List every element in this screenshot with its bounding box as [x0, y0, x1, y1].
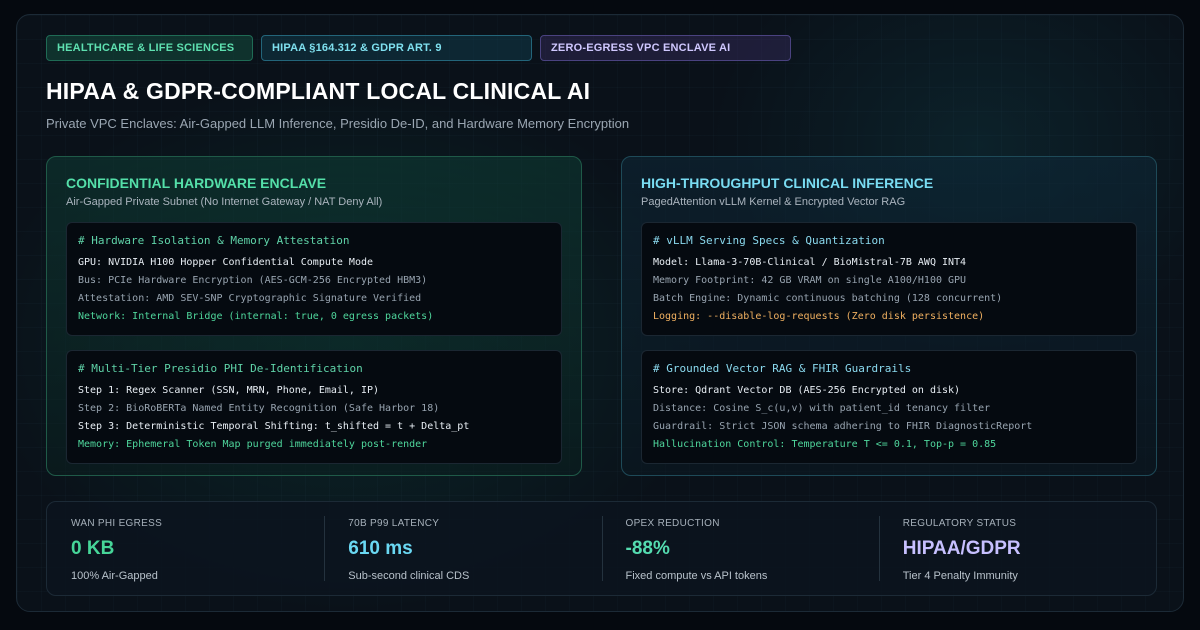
code-line: Network: Internal Bridge (internal: true… — [78, 311, 434, 322]
code-line: Step 1: Regex Scanner (SSN, MRN, Phone, … — [78, 385, 380, 396]
code-line: Step 2: BioRoBERTa Named Entity Recognit… — [78, 403, 440, 414]
stat-label: WAN PHI EGRESS — [71, 518, 163, 529]
stat-label: OPEX REDUCTION — [625, 518, 720, 529]
code-line: Batch Engine: Dynamic continuous batchin… — [653, 293, 1003, 304]
code-heading: # Hardware Isolation & Memory Attestatio… — [78, 234, 350, 247]
code-line: Store: Qdrant Vector DB (AES-256 Encrypt… — [653, 385, 961, 396]
stat-opex: OPEX REDUCTION -88% Fixed compute vs API… — [601, 502, 879, 595]
stat-label: 70B P99 LATENCY — [348, 518, 440, 529]
code-block-vllm-specs: # vLLM Serving Specs & Quantization Mode… — [641, 222, 1137, 336]
panel-subtitle: PagedAttention vLLM Kernel & Encrypted V… — [641, 196, 906, 208]
badge-healthcare: HEALTHCARE & LIFE SCIENCES — [46, 35, 253, 61]
stat-value: HIPAA/GDPR — [902, 538, 1021, 559]
code-heading: # Grounded Vector RAG & FHIR Guardrails — [653, 362, 912, 375]
code-line: Hallucination Control: Temperature T <= … — [653, 439, 997, 450]
badge-row: HEALTHCARE & LIFE SCIENCES HIPAA §164.31… — [46, 35, 791, 61]
stat-value: 610 ms — [348, 538, 413, 559]
stat-description: Fixed compute vs API tokens — [625, 570, 768, 582]
stat-label: REGULATORY STATUS — [902, 518, 1017, 529]
code-heading: # vLLM Serving Specs & Quantization — [653, 234, 885, 247]
stat-value: 0 KB — [71, 538, 115, 559]
code-line: Memory Footprint: 42 GB VRAM on single A… — [653, 275, 967, 286]
stat-latency: 70B P99 LATENCY 610 ms Sub-second clinic… — [324, 502, 601, 595]
code-line: Distance: Cosine S_c(u,v) with patient_i… — [653, 403, 991, 414]
stat-description: Sub-second clinical CDS — [348, 570, 470, 582]
code-block-vector-rag: # Grounded Vector RAG & FHIR Guardrails … — [641, 350, 1137, 464]
badge-zero-egress: ZERO-EGRESS VPC ENCLAVE AI — [540, 35, 791, 61]
stat-regulatory: REGULATORY STATUS HIPAA/GDPR Tier 4 Pena… — [878, 502, 1156, 595]
page-title: HIPAA & GDPR-COMPLIANT LOCAL CLINICAL AI — [46, 78, 591, 104]
panel-title: HIGH-THROUGHPUT CLINICAL INFERENCE — [641, 175, 934, 191]
code-line: Step 3: Deterministic Temporal Shifting:… — [78, 421, 470, 432]
badge-compliance: HIPAA §164.312 & GDPR ART. 9 — [261, 35, 532, 61]
code-block-presidio: # Multi-Tier Presidio PHI De-Identificat… — [66, 350, 562, 464]
code-line: Memory: Ephemeral Token Map purged immed… — [78, 439, 428, 450]
code-line: GPU: NVIDIA H100 Hopper Confidential Com… — [78, 257, 374, 268]
code-heading: # Multi-Tier Presidio PHI De-Identificat… — [78, 362, 363, 375]
panel-title: CONFIDENTIAL HARDWARE ENCLAVE — [66, 175, 327, 191]
stat-value: -88% — [625, 538, 670, 559]
code-line: Logging: --disable-log-requests (Zero di… — [653, 311, 985, 322]
code-line: Bus: PCIe Hardware Encryption (AES-GCM-2… — [78, 275, 428, 286]
code-block-hardware-isolation: # Hardware Isolation & Memory Attestatio… — [66, 222, 562, 336]
stat-description: 100% Air-Gapped — [71, 570, 158, 582]
code-line: Attestation: AMD SEV-SNP Cryptographic S… — [78, 293, 422, 304]
slide-frame: HEALTHCARE & LIFE SCIENCES HIPAA §164.31… — [16, 14, 1184, 612]
stat-description: Tier 4 Penalty Immunity — [902, 570, 1018, 582]
stats-bar: WAN PHI EGRESS 0 KB 100% Air-Gapped 70B … — [46, 501, 1157, 596]
code-line: Model: Llama-3-70B-Clinical / BioMistral… — [653, 257, 967, 268]
hardware-enclave-panel: CONFIDENTIAL HARDWARE ENCLAVE Air-Gapped… — [46, 156, 582, 476]
page-subtitle: Private VPC Enclaves: Air-Gapped LLM Inf… — [46, 116, 630, 131]
panel-subtitle: Air-Gapped Private Subnet (No Internet G… — [66, 196, 383, 208]
code-line: Guardrail: Strict JSON schema adhering t… — [653, 421, 1033, 432]
clinical-inference-panel: HIGH-THROUGHPUT CLINICAL INFERENCE Paged… — [621, 156, 1157, 476]
stat-wan-egress: WAN PHI EGRESS 0 KB 100% Air-Gapped — [47, 502, 324, 595]
